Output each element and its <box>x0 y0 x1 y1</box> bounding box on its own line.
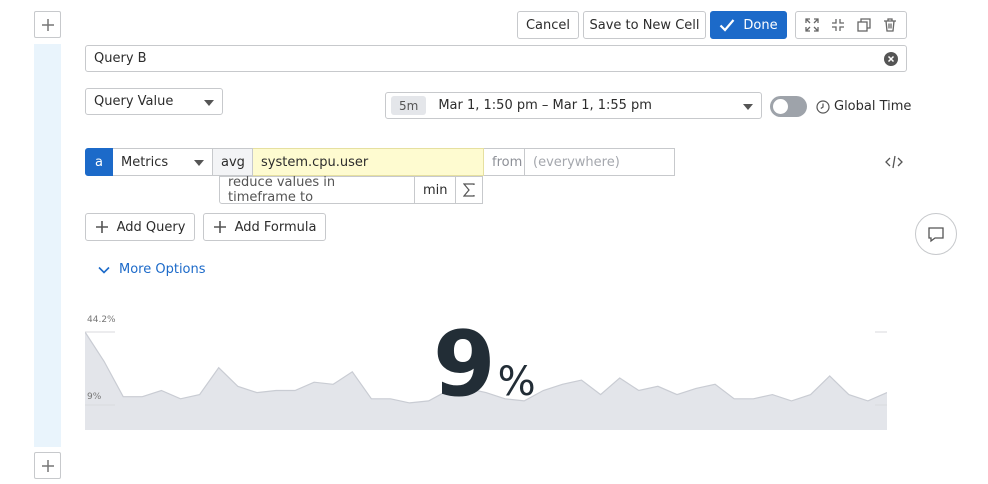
add-cell-below-button[interactable] <box>34 452 61 479</box>
aggregation-value: avg <box>221 154 245 170</box>
timeframe-range: Mar 1, 1:50 pm – Mar 1, 1:55 pm <box>438 98 652 113</box>
query-letter[interactable]: a <box>85 148 113 176</box>
check-icon <box>720 19 735 32</box>
clear-icon[interactable] <box>884 52 898 66</box>
chat-button[interactable] <box>915 213 957 255</box>
add-formula-label: Add Formula <box>234 219 317 235</box>
add-query-label: Add Query <box>116 219 186 235</box>
duplicate-icon[interactable] <box>853 14 875 36</box>
plus-icon <box>95 221 108 233</box>
cancel-button[interactable]: Cancel <box>517 11 579 39</box>
more-options-label: More Options <box>119 262 206 277</box>
from-filter-placeholder: (everywhere) <box>533 154 620 170</box>
reduce-function-select[interactable]: min <box>415 176 456 204</box>
more-options-toggle[interactable]: More Options <box>98 262 206 277</box>
done-button[interactable]: Done <box>710 11 787 39</box>
add-formula-button[interactable]: Add Formula <box>203 213 326 241</box>
data-source-select[interactable]: Metrics <box>113 148 213 176</box>
cell-selection-rail <box>34 44 61 447</box>
query-title-input[interactable]: Query B <box>85 45 907 72</box>
timeframe-select[interactable]: 5m Mar 1, 1:50 pm – Mar 1, 1:55 pm <box>385 92 762 119</box>
split-icon[interactable] <box>827 14 849 36</box>
from-filter-input[interactable]: (everywhere) <box>525 148 675 176</box>
clock-icon <box>816 100 830 114</box>
plus-icon <box>41 459 54 472</box>
from-label: from <box>484 148 525 176</box>
global-time-label: Global Time <box>834 99 912 114</box>
visualization-type-select[interactable]: Query Value <box>85 88 223 115</box>
cell-actions-group <box>795 11 907 39</box>
add-query-button[interactable]: Add Query <box>85 213 195 241</box>
data-source-value: Metrics <box>121 154 169 170</box>
visualization-type-value: Query Value <box>94 94 174 109</box>
query-value-number: 9 <box>433 312 496 417</box>
chat-icon <box>928 226 944 242</box>
sparkline-max-label: 44.2% <box>87 315 116 325</box>
reduce-label: reduce values in timeframe to <box>219 175 415 205</box>
reduce-function-value: min <box>423 182 448 198</box>
query-value-unit: % <box>497 359 536 405</box>
chevron-down-icon <box>743 104 753 110</box>
plus-icon <box>213 221 226 233</box>
sparkline-min-label: 9% <box>87 392 102 402</box>
aggregation-select[interactable]: avg <box>213 148 253 176</box>
trash-icon[interactable] <box>879 14 901 36</box>
sigma-icon <box>463 183 475 197</box>
done-label: Done <box>743 17 778 33</box>
add-cell-above-button[interactable] <box>34 11 61 38</box>
metric-input[interactable]: system.cpu.user <box>253 148 484 176</box>
sigma-button[interactable] <box>456 176 483 204</box>
chevron-down-icon <box>194 160 204 166</box>
global-time-toggle[interactable] <box>770 96 807 117</box>
timeframe-badge: 5m <box>391 96 427 115</box>
query-title-value: Query B <box>94 51 147 66</box>
toggle-knob <box>773 99 788 114</box>
chevron-down-icon <box>98 266 110 274</box>
query-row: a Metrics avg system.cpu.user from (ever… <box>85 148 675 176</box>
reduce-row: reduce values in timeframe to min <box>219 175 483 205</box>
metric-value: system.cpu.user <box>261 154 369 170</box>
expand-icon[interactable] <box>801 14 823 36</box>
query-value-display: 9 % <box>433 320 536 410</box>
plus-icon <box>41 18 54 31</box>
code-icon[interactable] <box>885 155 903 169</box>
save-to-new-cell-button[interactable]: Save to New Cell <box>583 11 706 39</box>
chevron-down-icon <box>204 100 214 106</box>
query-value-preview: 44.2% 9% 9 % <box>85 310 887 430</box>
